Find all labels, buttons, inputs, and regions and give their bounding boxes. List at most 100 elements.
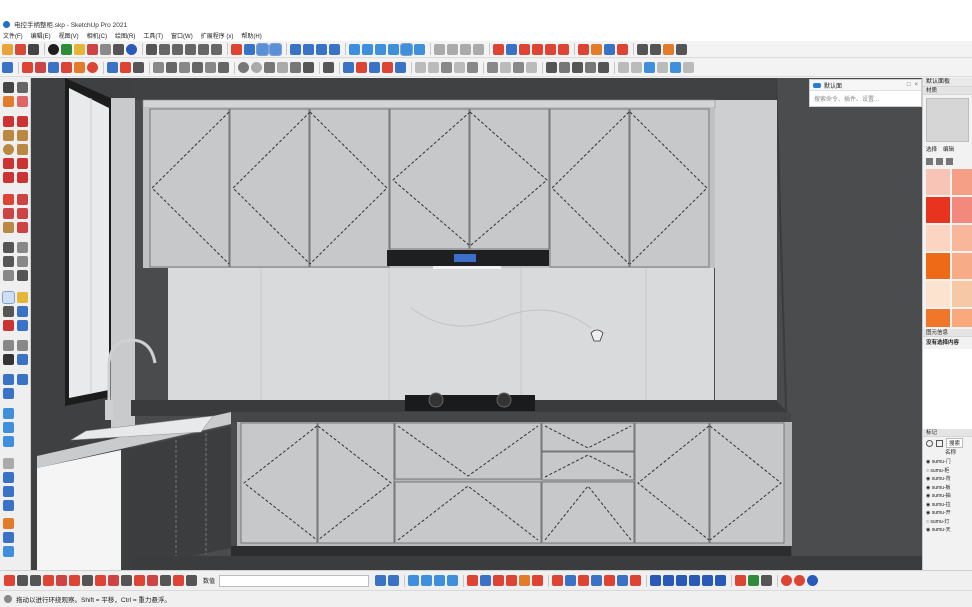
bottom-tool-icon-40[interactable] xyxy=(715,575,727,586)
plugin-row2-icon-11[interactable] xyxy=(153,62,164,73)
line-icon[interactable] xyxy=(3,116,14,127)
bottom-tool-icon-11[interactable] xyxy=(134,575,145,586)
rotated-rectangle-icon[interactable] xyxy=(17,130,28,141)
protractor-icon[interactable] xyxy=(3,256,14,267)
tag-row[interactable]: ◉ sumu-门 xyxy=(923,458,972,467)
forward-icon[interactable] xyxy=(936,157,943,165)
plugin-icon-2[interactable] xyxy=(159,43,170,55)
plugin-row2-icon-12[interactable] xyxy=(166,62,177,73)
print-icon[interactable] xyxy=(28,43,39,55)
view-iso-icon[interactable] xyxy=(290,43,301,55)
zoom-icon[interactable] xyxy=(3,306,14,317)
tag-row[interactable]: ○ sumu-柜 xyxy=(923,467,972,476)
plugin-row2-icon-40[interactable] xyxy=(572,62,583,73)
paint-bucket-icon[interactable] xyxy=(3,96,14,107)
bottom-tool-icon-27[interactable] xyxy=(532,575,544,586)
bottom-tool-icon-10[interactable] xyxy=(121,575,132,586)
bottom-tool-icon-2[interactable] xyxy=(17,575,28,586)
plugin-row2-icon-45[interactable] xyxy=(644,62,655,73)
extra-tool-icon-7[interactable] xyxy=(3,546,14,557)
plugin-row2-icon-39[interactable] xyxy=(559,62,570,73)
bottom-tool-icon-4[interactable] xyxy=(43,575,54,586)
bottom-tool-icon-15[interactable] xyxy=(186,575,197,586)
two-point-arc-icon[interactable] xyxy=(17,172,28,183)
section-icon-4[interactable] xyxy=(473,43,484,55)
upper-door[interactable] xyxy=(389,108,470,250)
plugin-row2-icon-5[interactable] xyxy=(61,62,72,73)
material-swatch[interactable] xyxy=(926,225,950,251)
tags-search-input[interactable]: 搜索 xyxy=(946,438,964,448)
pan-tool-icon[interactable] xyxy=(17,292,28,303)
plugin-icon-4[interactable] xyxy=(185,43,196,55)
bottom-tool-icon-31[interactable] xyxy=(591,575,603,586)
bottom-tool-icon-18[interactable] xyxy=(408,575,420,586)
bottom-tool-icon-6[interactable] xyxy=(69,575,80,586)
tag-row[interactable]: ◉ sumu-天 xyxy=(923,526,972,535)
style-icon-4[interactable] xyxy=(388,43,399,55)
plugin-icon-3[interactable] xyxy=(172,43,183,55)
tab-select[interactable]: 选择 xyxy=(926,145,937,155)
bottom-tool-icon-5[interactable] xyxy=(56,575,67,586)
extra-tool-icon-1[interactable] xyxy=(3,458,14,469)
rectangle-icon[interactable] xyxy=(3,130,14,141)
plugin-icon-6[interactable] xyxy=(211,43,222,55)
material-swatch[interactable] xyxy=(926,197,950,223)
sandbox-icon-3[interactable] xyxy=(604,43,615,55)
material-swatch[interactable] xyxy=(926,169,950,195)
move-icon[interactable] xyxy=(231,43,242,55)
bottom-tool-icon-36[interactable] xyxy=(663,575,675,586)
material-swatch[interactable] xyxy=(952,281,972,307)
bottom-tool-icon-12[interactable] xyxy=(147,575,158,586)
upper-door[interactable] xyxy=(149,108,230,268)
menu-window[interactable]: 窗口(W) xyxy=(171,31,193,40)
material-swatch[interactable] xyxy=(952,253,972,279)
arc-icon[interactable] xyxy=(3,158,14,169)
bottom-tool-icon-44[interactable] xyxy=(781,575,793,586)
solid-tool-icon-3[interactable] xyxy=(519,43,530,55)
axes-icon[interactable] xyxy=(3,270,14,281)
section-icon-1[interactable] xyxy=(434,43,445,55)
plugin-row2-icon-34[interactable] xyxy=(487,62,498,73)
style-icon-3[interactable] xyxy=(375,43,386,55)
plugin-row2-icon-37[interactable] xyxy=(526,62,537,73)
bottom-tool-icon-30[interactable] xyxy=(578,575,590,586)
push-pull-icon[interactable] xyxy=(17,194,28,205)
style-icon-6[interactable] xyxy=(414,43,425,55)
freehand-icon[interactable] xyxy=(17,116,28,127)
lower-door[interactable] xyxy=(317,422,395,544)
open-icon[interactable] xyxy=(2,43,13,55)
look-around-icon[interactable] xyxy=(17,340,28,351)
plugin-row2-icon-22[interactable] xyxy=(303,62,314,73)
warehouse-icon[interactable] xyxy=(87,43,98,55)
command-search-input[interactable]: 搜索命令、插件、设置... xyxy=(810,91,921,106)
three-point-arc-icon[interactable] xyxy=(3,172,14,183)
bottom-tool-icon-43[interactable] xyxy=(761,575,773,586)
menu-extensions[interactable]: 扩展程序 (x) xyxy=(201,31,234,40)
plugin-row2-icon-16[interactable] xyxy=(218,62,229,73)
tab-edit[interactable]: 编辑 xyxy=(943,145,954,155)
tape-measure-icon[interactable] xyxy=(3,242,14,253)
sandbox-tool-icon-1[interactable] xyxy=(3,374,14,385)
plugin-row2-icon-42[interactable] xyxy=(598,62,609,73)
text-icon[interactable] xyxy=(17,256,28,267)
plugin-row2-icon-47[interactable] xyxy=(670,62,681,73)
tag-row[interactable]: ○ sumu-灯 xyxy=(923,518,972,527)
save-icon[interactable] xyxy=(15,43,26,55)
pencil-icon[interactable] xyxy=(637,43,648,55)
walk-icon[interactable] xyxy=(3,354,14,365)
bottom-tool-icon-29[interactable] xyxy=(565,575,577,586)
bottom-tool-icon-37[interactable] xyxy=(676,575,688,586)
paint-icon[interactable] xyxy=(663,43,674,55)
material-swatch[interactable] xyxy=(952,169,972,195)
plugin-row2-icon-6[interactable] xyxy=(74,62,85,73)
offset-icon[interactable] xyxy=(17,222,28,233)
bottom-tool-icon-42[interactable] xyxy=(748,575,760,586)
bottom-tool-icon-9[interactable] xyxy=(108,575,119,586)
bottom-tool-icon-24[interactable] xyxy=(493,575,505,586)
bottom-tool-icon-26[interactable] xyxy=(519,575,531,586)
model-viewport[interactable] xyxy=(31,78,922,570)
bottom-tool-icon-20[interactable] xyxy=(434,575,446,586)
bottom-tool-icon-38[interactable] xyxy=(689,575,701,586)
bottom-tool-icon-19[interactable] xyxy=(421,575,433,586)
measurements-input[interactable] xyxy=(219,574,370,587)
